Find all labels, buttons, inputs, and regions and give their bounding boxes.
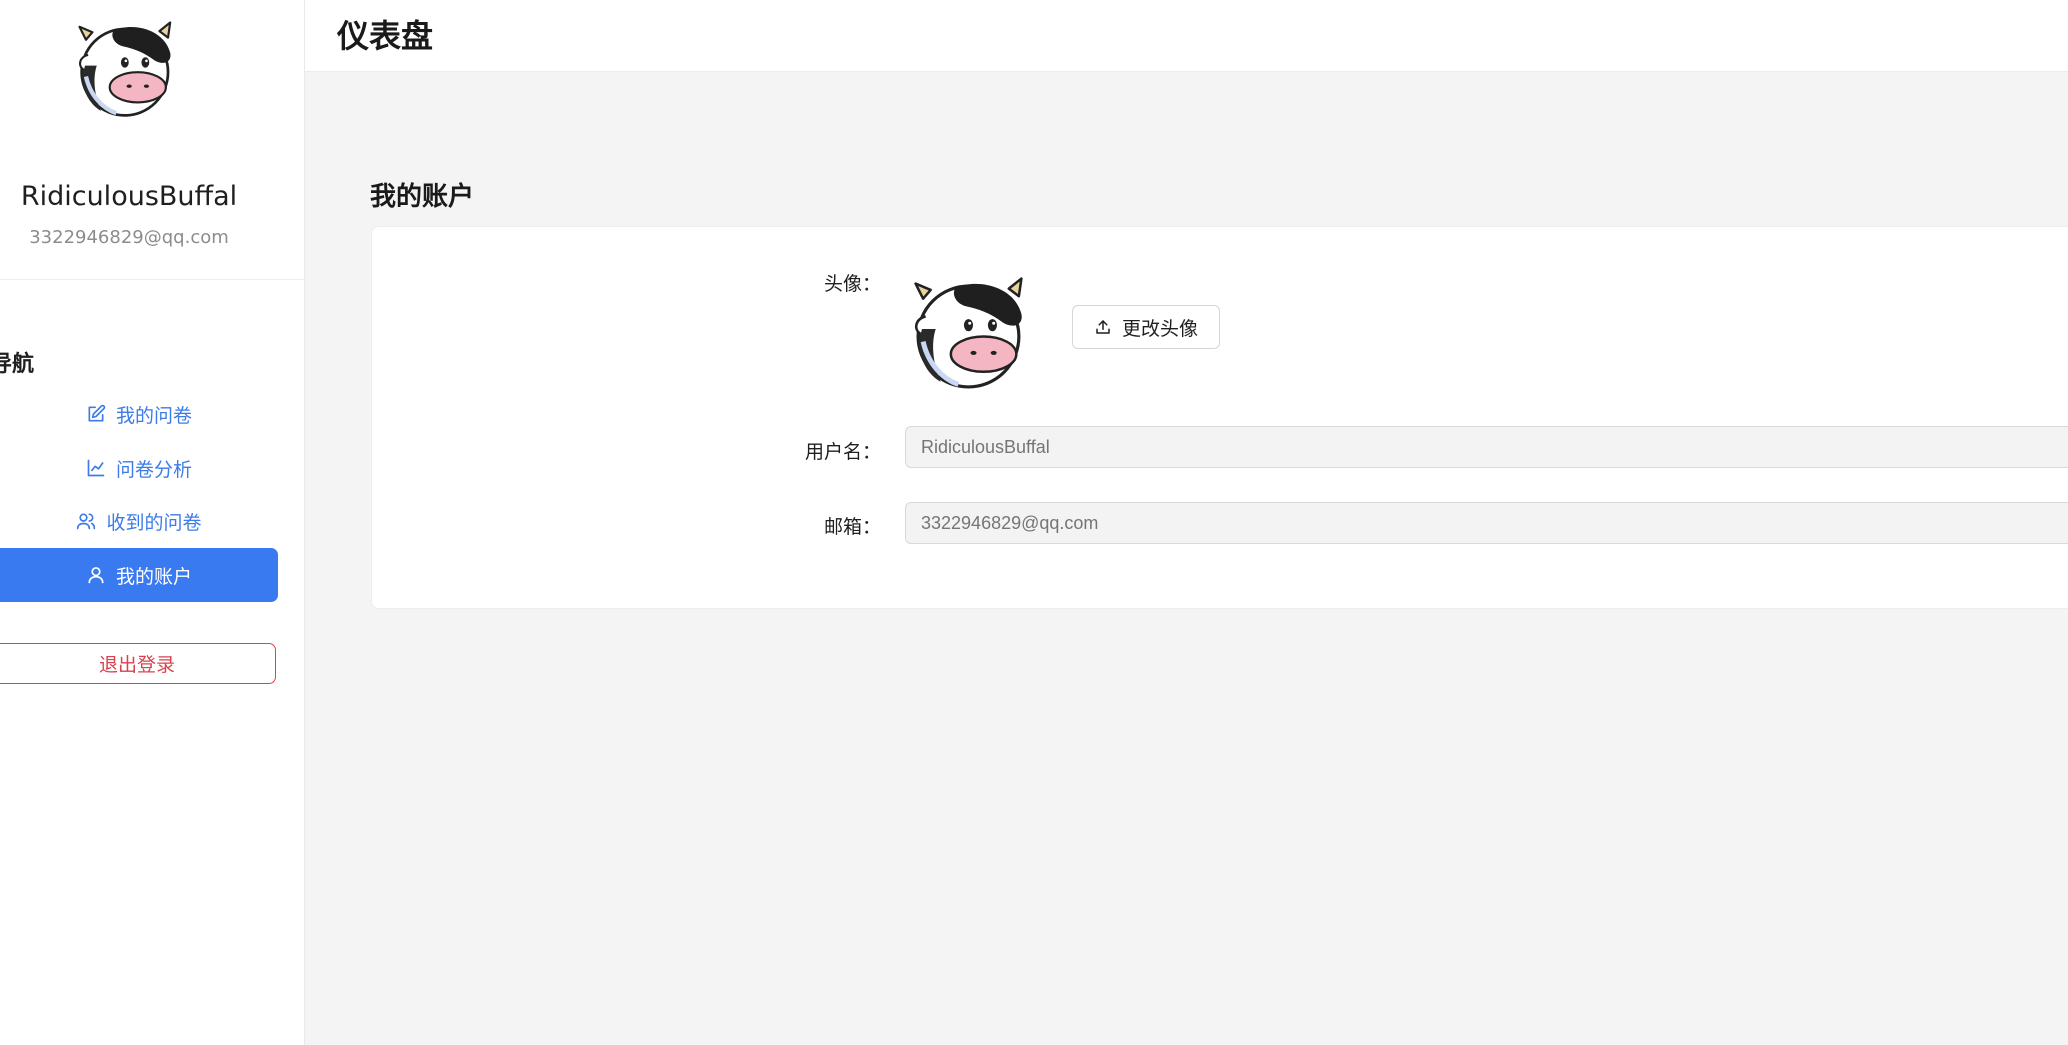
avatar-label: 头像 (824, 269, 881, 296)
email-label: 邮箱 (824, 512, 881, 539)
email-field[interactable] (905, 502, 2068, 544)
account-card: 头像 更改头像 用户名 邮箱 (371, 226, 2068, 609)
sidebar-item-my-account[interactable]: 我的账户 (0, 548, 278, 602)
change-avatar-label: 更改头像 (1121, 317, 1198, 340)
sidebar-email: 3322946829@qq.com (29, 227, 229, 248)
change-avatar-button[interactable]: 更改头像 (1072, 305, 1220, 349)
section-title: 我的账户 (370, 182, 475, 212)
sidebar-item-my-surveys[interactable]: 我的问卷 (0, 387, 278, 441)
users-icon (76, 511, 96, 531)
username-label: 用户名 (805, 437, 881, 464)
line-chart-icon (86, 458, 106, 478)
upload-icon (1094, 318, 1112, 336)
sidebar-item-survey-analysis[interactable]: 问卷分析 (0, 441, 278, 495)
user-icon (86, 565, 106, 585)
page-title: 仪表盘 (337, 17, 434, 55)
logout-button[interactable]: 退出登录 (0, 643, 276, 684)
sidebar-item-label: 问卷分析 (115, 458, 192, 481)
account-avatar (903, 271, 1039, 397)
sidebar-item-label: 我的问卷 (115, 404, 192, 427)
edit-icon (86, 404, 106, 424)
sidebar-divider (0, 279, 304, 280)
sidebar-username: RidiculousBuffal (20, 181, 238, 212)
sidebar-section-title: 导航 (0, 352, 35, 377)
username-field[interactable] (905, 426, 2068, 468)
sidebar-item-label: 我的账户 (115, 565, 192, 588)
sidebar: RidiculousBuffal 3322946829@qq.com 导航 我的… (0, 0, 305, 1045)
user-avatar (71, 16, 183, 124)
sidebar-item-label: 收到的问卷 (106, 511, 202, 534)
sidebar-item-received-surveys[interactable]: 收到的问卷 (0, 494, 278, 548)
top-bar: 仪表盘 (305, 0, 2068, 72)
